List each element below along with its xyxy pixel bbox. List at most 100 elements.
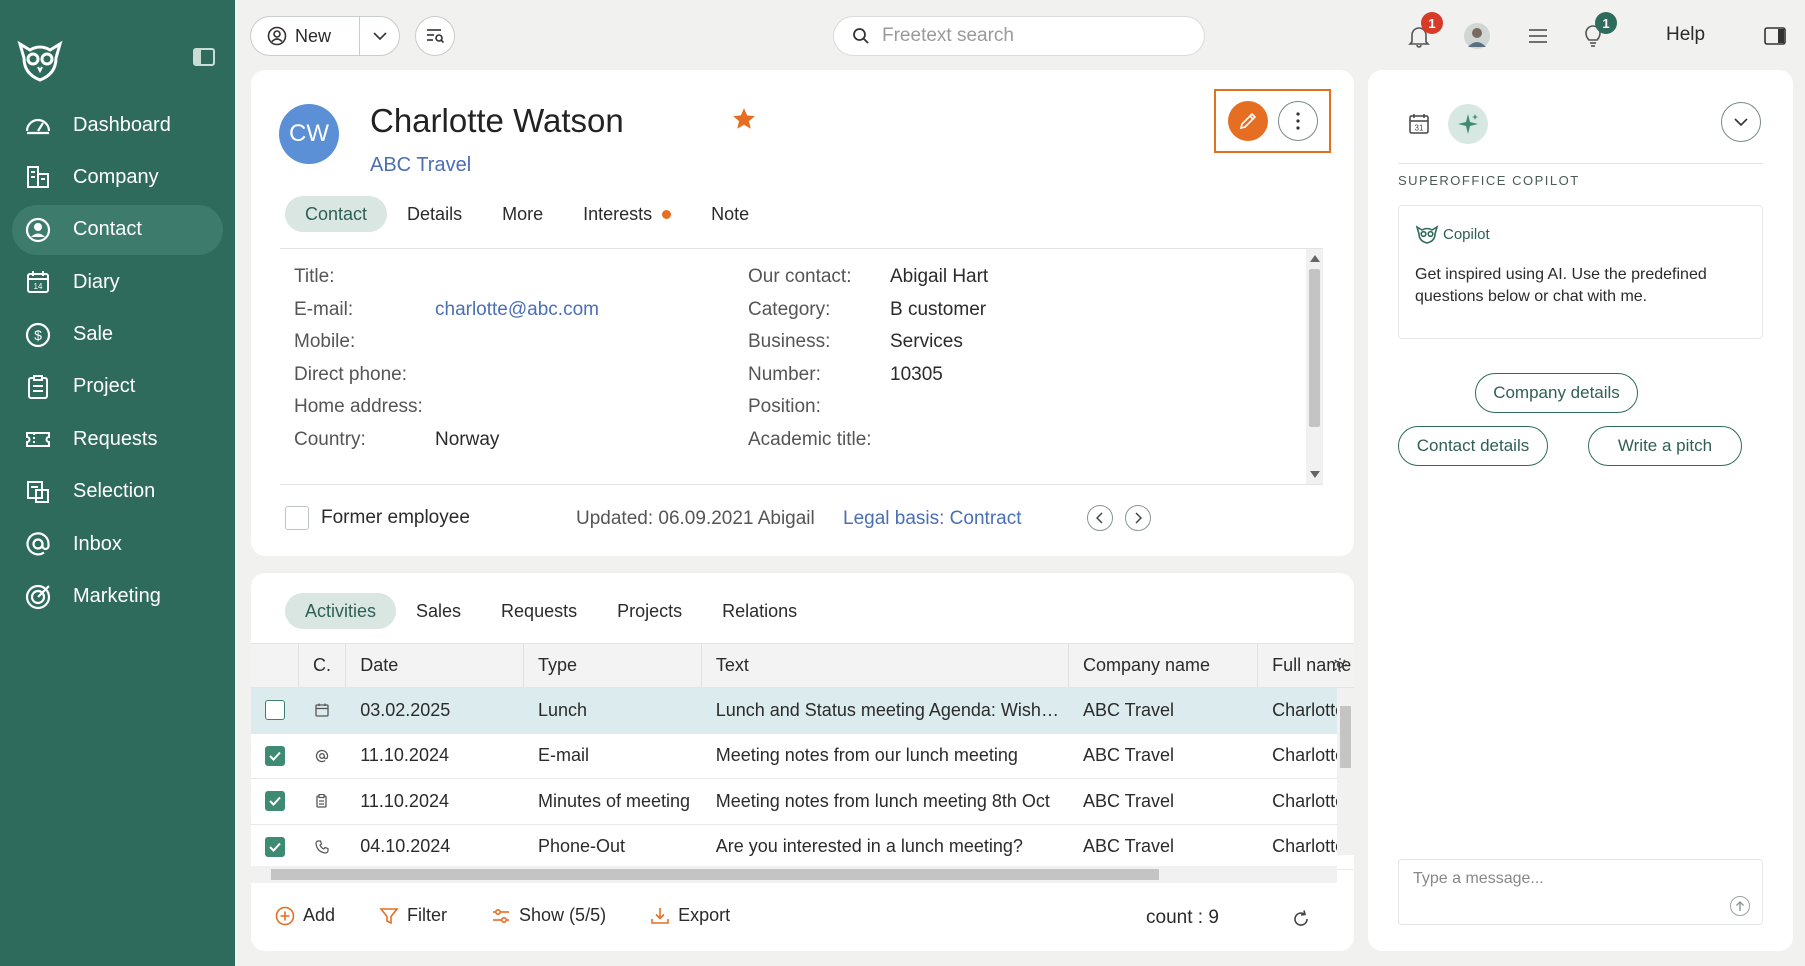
table-horizontal-scrollbar[interactable] (251, 866, 1337, 883)
write-a-pitch-button[interactable]: Write a pitch (1588, 426, 1742, 466)
table-row[interactable]: 11.10.2024 E-mail Meeting notes from our… (251, 734, 1354, 779)
company-details-button[interactable]: Company details (1475, 373, 1638, 413)
arrow-up-icon (1736, 901, 1744, 911)
row-checkbox[interactable] (264, 700, 285, 721)
copilot-button[interactable] (1448, 104, 1488, 144)
tab-more[interactable]: More (482, 196, 563, 232)
field-value-number: 10305 (890, 364, 943, 385)
contact-company-link[interactable]: ABC Travel (370, 154, 471, 177)
card-actions (1214, 89, 1331, 153)
field-label-academic-title: Academic title: (748, 429, 872, 450)
tab-projects[interactable]: Projects (597, 593, 702, 629)
sidebar-item-inbox[interactable]: Inbox (12, 519, 223, 569)
sidebar-item-diary[interactable]: 14 Diary (12, 257, 223, 307)
column-header-c[interactable]: C. (299, 644, 347, 687)
more-actions-button[interactable] (1277, 101, 1318, 141)
tab-details[interactable]: Details (387, 196, 482, 232)
row-checkbox[interactable] (264, 791, 285, 812)
list-search-button[interactable] (415, 16, 455, 56)
tab-sales[interactable]: Sales (396, 593, 481, 629)
fields-scrollbar[interactable] (1306, 249, 1323, 484)
copilot-message-input[interactable] (1399, 860, 1762, 924)
tab-relations[interactable]: Relations (702, 593, 817, 629)
search-input[interactable] (882, 25, 1182, 47)
column-header-type[interactable]: Type (524, 644, 702, 687)
scrollbar-thumb[interactable] (1340, 706, 1351, 768)
next-contact-button[interactable] (1125, 505, 1151, 531)
field-label-title: Title: (294, 266, 335, 287)
tab-interests[interactable]: Interests (563, 196, 691, 232)
table-row[interactable]: 11.10.2024 Minutes of meeting Meeting no… (251, 779, 1354, 825)
scrollbar-thumb[interactable] (1309, 269, 1320, 427)
tab-requests[interactable]: Requests (481, 593, 597, 629)
hamburger-icon (1529, 29, 1547, 43)
gear-icon[interactable] (1332, 657, 1348, 673)
send-button[interactable] (1730, 896, 1750, 916)
sidebar-item-marketing[interactable]: Marketing (12, 572, 223, 622)
cell-company: ABC Travel (1082, 745, 1174, 766)
sidebar-nav: Dashboard Company Contact 14 Diary $ Sal… (12, 100, 223, 624)
copilot-collapse-button[interactable] (1721, 102, 1761, 142)
table-row[interactable]: 04.10.2024 Phone-Out Are you interested … (251, 825, 1354, 870)
field-label-business: Business: (748, 331, 831, 352)
column-header-company-name[interactable]: Company name (1069, 644, 1259, 687)
sidebar-item-label: Project (73, 375, 136, 398)
field-value-email[interactable]: charlotte@abc.com (435, 299, 599, 321)
refresh-icon[interactable] (1291, 909, 1311, 929)
calendar-icon[interactable]: 31 (1408, 113, 1430, 135)
column-header-text[interactable]: Text (702, 644, 1069, 687)
filter-button[interactable]: Filter (379, 905, 447, 926)
row-checkbox[interactable] (264, 745, 285, 766)
tab-contact[interactable]: Contact (285, 196, 388, 232)
at-icon (26, 532, 50, 556)
edit-button[interactable] (1227, 101, 1268, 141)
sidebar-item-dashboard[interactable]: Dashboard (12, 100, 223, 150)
scrollbar-thumb[interactable] (271, 869, 1159, 880)
field-label-country: Country: (294, 429, 366, 450)
field-value-country: Norway (435, 429, 500, 450)
panel-toggle-icon[interactable] (193, 48, 215, 66)
sidebar-item-requests[interactable]: Requests (12, 414, 223, 464)
field-value-business: Services (890, 331, 963, 352)
help-link[interactable]: Help (1666, 24, 1705, 46)
user-avatar[interactable] (1461, 20, 1493, 52)
select-all-column[interactable] (251, 644, 299, 687)
contact-details-button[interactable]: Contact details (1398, 426, 1548, 466)
sidebar-item-sale[interactable]: $ Sale (12, 310, 223, 360)
notifications-button[interactable]: 1 (1403, 12, 1443, 52)
table-vertical-scrollbar[interactable] (1337, 688, 1354, 855)
tab-activities[interactable]: Activities (285, 593, 397, 629)
add-button[interactable]: Add (275, 905, 335, 926)
export-button[interactable]: Export (650, 905, 730, 926)
notifications-badge: 1 (1421, 12, 1443, 34)
legal-basis-link[interactable]: Legal basis: Contract (843, 508, 1022, 530)
scroll-down-icon[interactable] (1310, 471, 1320, 478)
table-row[interactable]: 03.02.2025 Lunch Lunch and Status meetin… (251, 688, 1354, 734)
tips-badge: 1 (1595, 12, 1617, 34)
filter-icon (379, 907, 399, 924)
contact-avatar: CW (279, 104, 339, 164)
new-button[interactable]: New (251, 17, 360, 55)
tab-note[interactable]: Note (691, 196, 769, 232)
column-header-date[interactable]: Date (346, 644, 525, 687)
main-menu-button[interactable] (1522, 20, 1554, 52)
right-panel-toggle[interactable] (1759, 20, 1791, 52)
sidebar-item-contact[interactable]: Contact (12, 204, 223, 255)
column-header-full-name[interactable]: Full name (1258, 644, 1354, 687)
row-checkbox[interactable] (264, 836, 285, 857)
new-button-group: New (250, 16, 400, 56)
previous-contact-button[interactable] (1087, 505, 1113, 531)
scroll-up-icon[interactable] (1310, 255, 1320, 262)
sidebar-item-company[interactable]: Company (12, 152, 223, 202)
at-icon (316, 749, 329, 762)
star-icon[interactable] (731, 106, 757, 132)
tips-button[interactable]: 1 (1577, 12, 1617, 52)
show-columns-button[interactable]: Show (5/5) (491, 905, 606, 926)
new-dropdown-button[interactable] (360, 17, 399, 55)
former-employee-checkbox[interactable] (285, 506, 309, 530)
owl-logo-icon[interactable] (16, 38, 64, 82)
sidebar-item-project[interactable]: Project (12, 362, 223, 412)
kebab-icon (1295, 112, 1300, 130)
sidebar-item-selection[interactable]: Selection (12, 467, 223, 517)
tab-label: Details (407, 203, 463, 224)
